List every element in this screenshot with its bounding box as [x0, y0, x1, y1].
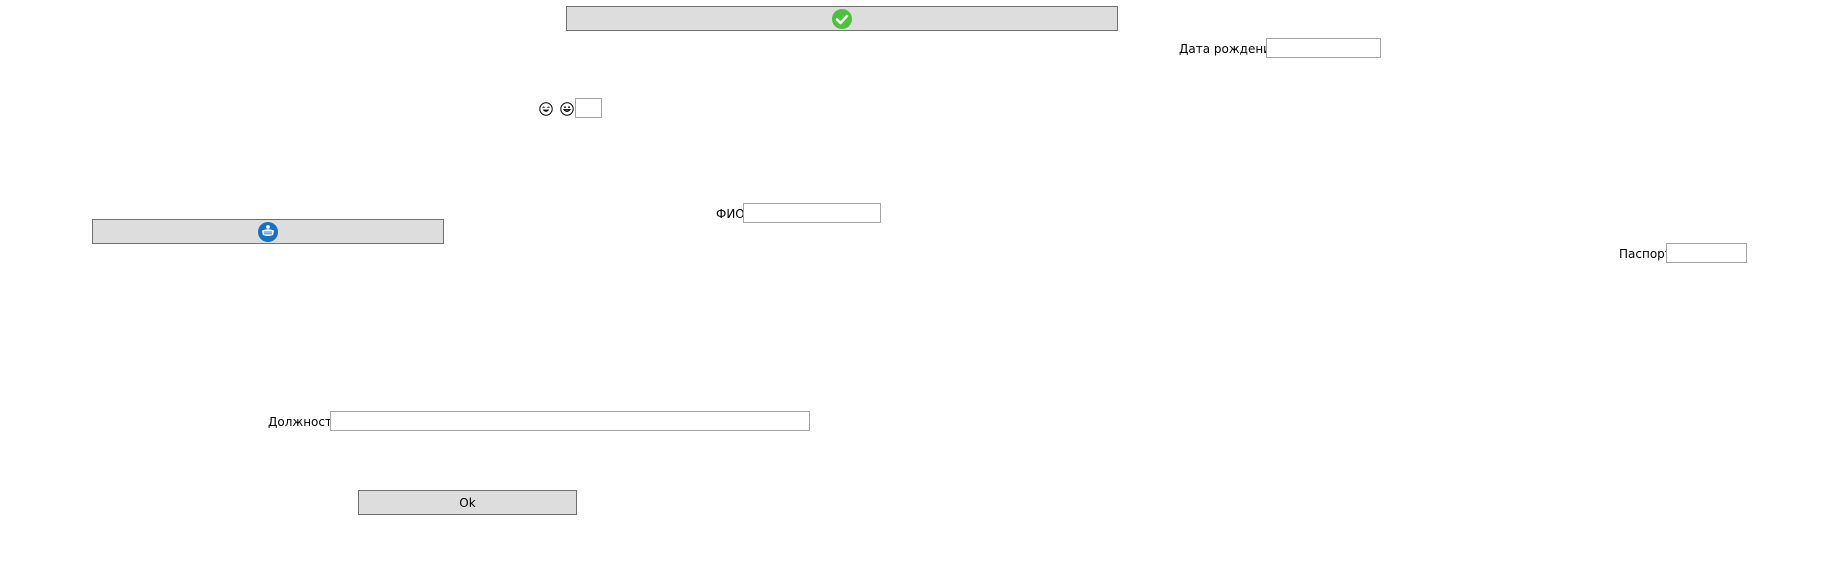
medical-mask-icon	[258, 221, 278, 242]
position-label: Должность	[268, 415, 340, 429]
passport-label: Паспорт	[1619, 247, 1672, 261]
passport-field[interactable]	[1666, 243, 1747, 263]
laughing-face-icon	[539, 102, 553, 116]
check-circle-icon	[832, 8, 852, 29]
full-name-label: ФИО	[716, 207, 745, 221]
confirm-button[interactable]	[566, 6, 1118, 31]
small-field[interactable]	[575, 98, 602, 118]
full-name-field[interactable]	[743, 203, 881, 223]
grinning-face-icon	[560, 102, 574, 116]
ok-button[interactable]: Ok	[358, 490, 577, 515]
birth-date-label: Дата рождения	[1179, 42, 1279, 56]
position-field[interactable]	[330, 411, 810, 431]
birth-date-field[interactable]	[1266, 38, 1381, 58]
medical-button[interactable]	[92, 219, 444, 244]
